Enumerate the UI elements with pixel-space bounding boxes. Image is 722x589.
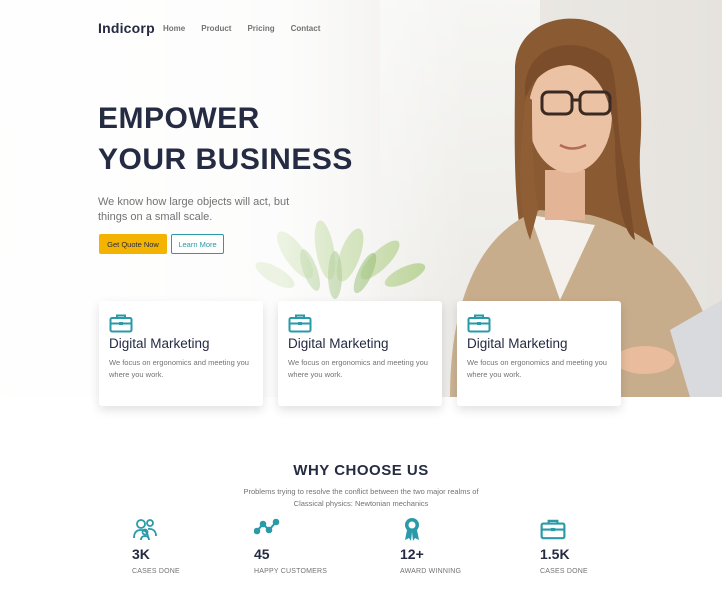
stat-label: CASES DONE: [132, 568, 180, 575]
card-text: We focus on ergonomics and meeting you w…: [467, 358, 607, 379]
card-title: Digital Marketing: [467, 336, 568, 351]
service-card[interactable]: Digital Marketing We focus on ergonomics…: [278, 301, 442, 406]
stat-item: 45 HAPPY CUSTOMERS: [254, 517, 327, 575]
get-quote-button[interactable]: Get Quote Now: [99, 234, 167, 254]
why-subtitle: Problems trying to resolve the conflict …: [243, 487, 479, 508]
nav-product[interactable]: Product: [201, 24, 231, 33]
award-icon: [405, 518, 419, 541]
hero-headline: EMPOWER YOUR BUSINESS: [98, 98, 353, 180]
briefcase-icon: [540, 519, 566, 540]
main-nav: Home Product Pricing Contact: [163, 24, 320, 33]
service-card[interactable]: Digital Marketing We focus on ergonomics…: [457, 301, 621, 406]
card-text: We focus on ergonomics and meeting you w…: [109, 358, 249, 379]
card-title: Digital Marketing: [288, 336, 389, 351]
stat-label: HAPPY CUSTOMERS: [254, 568, 328, 575]
learn-more-button[interactable]: Learn More: [171, 234, 224, 254]
stat-value: 3K: [132, 546, 150, 562]
why-title: WHY CHOOSE US: [293, 462, 429, 479]
stat-value: 45: [254, 546, 270, 562]
nav-contact[interactable]: Contact: [291, 24, 321, 33]
card-title: Digital Marketing: [109, 336, 210, 351]
stat-value: 1.5K: [540, 546, 570, 562]
headline-line-1: EMPOWER: [98, 102, 260, 135]
trend-icon: [254, 518, 280, 535]
stat-item: 12+ AWARD WINNING: [400, 517, 461, 575]
briefcase-icon: [288, 314, 312, 333]
stat-label: AWARD WINNING: [400, 568, 462, 575]
briefcase-icon: [109, 314, 133, 333]
stat-item: 1.5K CASES DONE: [540, 517, 588, 575]
service-card[interactable]: Digital Marketing We focus on ergonomics…: [99, 301, 263, 406]
briefcase-icon: [467, 314, 491, 333]
stat-item: 3K CASES DONE: [132, 517, 180, 575]
stat-label: CASES DONE: [540, 568, 588, 575]
hero-subtext: We know how large objects will act, but …: [98, 196, 290, 223]
users-icon: [133, 519, 157, 541]
nav-home[interactable]: Home: [163, 24, 185, 33]
brand-logo[interactable]: Indicorp: [98, 20, 155, 36]
stat-value: 12+: [400, 546, 424, 562]
card-text: We focus on ergonomics and meeting you w…: [288, 358, 428, 379]
nav-pricing[interactable]: Pricing: [247, 24, 274, 33]
headline-line-2: YOUR BUSINESS: [98, 143, 353, 176]
